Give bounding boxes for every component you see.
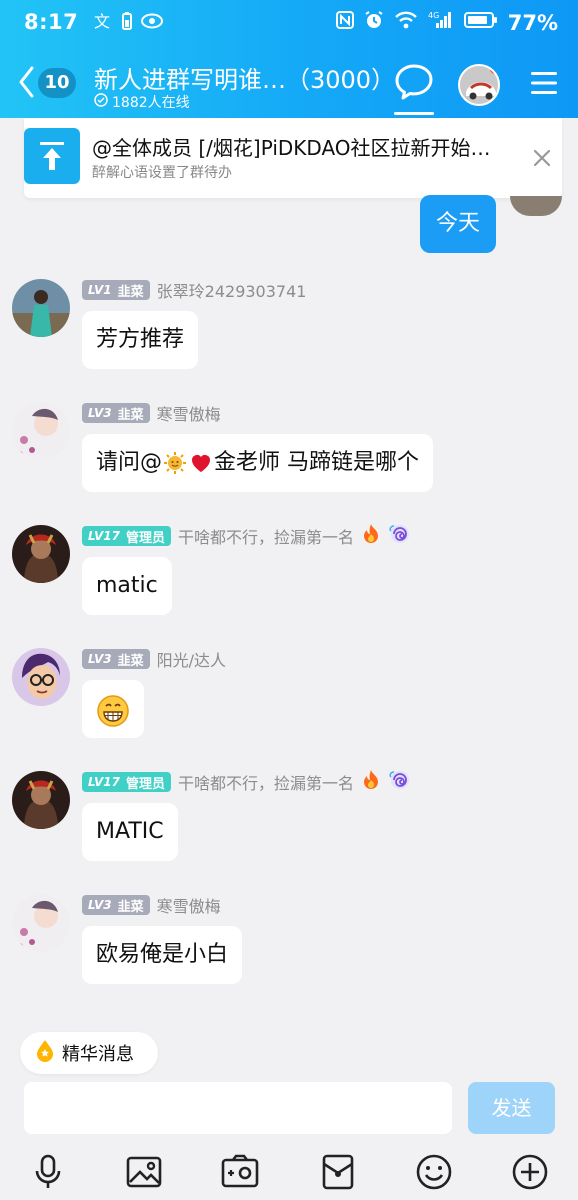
avatar[interactable] [12, 279, 70, 337]
active-tab-indicator [394, 112, 434, 115]
microphone-icon[interactable] [28, 1152, 68, 1192]
battery-saver-icon [122, 11, 132, 36]
image-icon[interactable] [124, 1152, 164, 1192]
pin-to-top-icon [24, 128, 80, 184]
input-toolbar [0, 1148, 578, 1200]
swirl-badge-icon [388, 769, 412, 795]
message-input[interactable] [24, 1082, 452, 1134]
alarm-icon [364, 10, 384, 35]
camera-icon[interactable] [220, 1152, 260, 1192]
announcement-subtitle: 醉解心语设置了群待办 [92, 165, 232, 181]
essence-drop-icon [34, 1039, 56, 1068]
sender-name: 寒雪傲梅 [156, 897, 221, 916]
avatar[interactable] [12, 771, 70, 829]
essence-messages-button[interactable]: 精华消息 [20, 1032, 158, 1074]
close-icon[interactable] [532, 148, 552, 168]
group-title[interactable]: 新人进群写明谁…（3000） [94, 60, 395, 95]
heart-emoji-icon [189, 451, 213, 475]
sender-name: 张翠玲2429303741 [156, 282, 307, 301]
sender-name: 干啥都不行，捡漏第一名 [178, 528, 355, 547]
eye-icon [140, 11, 164, 36]
fire-badge-icon [361, 769, 381, 795]
announcement-title: @全体成员 [/烟花]PiDKDAO社区拉新开始… [92, 136, 491, 160]
avatar[interactable] [12, 525, 70, 583]
svg-text:4G: 4G [428, 11, 439, 20]
avatar[interactable] [12, 894, 70, 952]
own-avatar[interactable] [510, 196, 562, 216]
sun-emoji-icon [163, 451, 187, 475]
back-button[interactable]: 10 [16, 62, 84, 102]
admin-level-badge: LV17 管理员 [82, 772, 171, 792]
svg-text:文: 文 [94, 12, 110, 31]
own-message-bubble[interactable]: 今天 [420, 195, 496, 253]
battery-percent: 77% [507, 10, 558, 35]
check-circle-icon [94, 93, 108, 111]
signal-icon: 4G [428, 10, 454, 35]
message-bubble[interactable] [82, 680, 144, 738]
chat-bubble-icon [394, 64, 434, 106]
fire-badge-icon [361, 523, 381, 549]
message-bubble[interactable]: MATIC [82, 803, 178, 861]
chat-header: 10 新人进群写明谁…（3000） 1882人在线 [0, 52, 578, 115]
message-bubble[interactable]: 欧易俺是小白 [82, 926, 243, 984]
member-level-badge: LV1 韭菜 [82, 280, 150, 300]
chevron-left-icon [18, 66, 34, 102]
group-announcement[interactable]: @全体成员 [/烟花]PiDKDAO社区拉新开始… 醉解心语设置了群待办 [24, 118, 562, 198]
sender-name: 阳光/达人 [156, 651, 227, 670]
wifi-icon [394, 10, 418, 35]
red-packet-icon[interactable] [318, 1152, 358, 1192]
sender-name: 寒雪傲梅 [156, 405, 221, 424]
avatar[interactable] [12, 648, 70, 706]
menu-button[interactable] [530, 68, 558, 98]
send-button[interactable]: 发送 [468, 1082, 555, 1134]
emoji-icon[interactable] [414, 1152, 454, 1192]
hamburger-icon [530, 72, 558, 102]
group-avatar[interactable] [458, 64, 500, 106]
status-bar: 8:17 文 4G 77% [0, 0, 578, 46]
chat-tab-button[interactable] [394, 62, 434, 108]
admin-level-badge: LV17 管理员 [82, 526, 171, 546]
member-level-badge: LV3 韭菜 [82, 895, 150, 915]
battery-icon [463, 10, 498, 35]
translate-icon: 文 [94, 11, 114, 36]
notification-dot [490, 66, 498, 74]
online-count: 1882人在线 [94, 92, 190, 112]
message-bubble[interactable]: 芳方推荐 [82, 311, 199, 369]
sender-name: 干啥都不行，捡漏第一名 [178, 774, 355, 793]
plus-icon[interactable] [510, 1152, 550, 1192]
top-bar: 8:17 文 4G 77% 10 新人进群写明谁…（3000） 1882人在线 [0, 0, 578, 118]
status-time: 8:17 [24, 10, 79, 34]
unread-count-badge: 10 [38, 68, 76, 98]
member-level-badge: LV3 韭菜 [82, 403, 150, 423]
nfc-icon [335, 10, 354, 35]
message-bubble[interactable]: 请问@ 金老师 马蹄链是哪个 [82, 434, 434, 492]
message-bubble[interactable]: matic [82, 557, 172, 615]
avatar[interactable] [12, 402, 70, 460]
grin-emoji-icon [96, 693, 130, 751]
swirl-badge-icon [388, 523, 412, 549]
member-level-badge: LV3 韭菜 [82, 649, 150, 669]
